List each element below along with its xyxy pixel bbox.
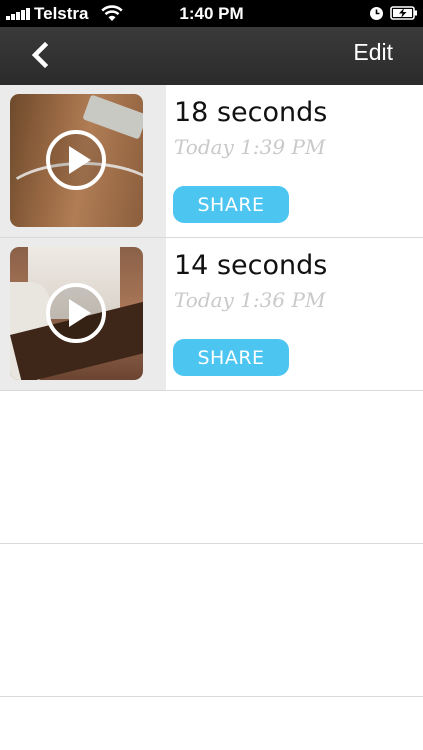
back-button[interactable] xyxy=(24,39,58,73)
empty-list-row xyxy=(0,544,423,697)
video-date: Today 1:36 PM xyxy=(174,288,326,312)
video-duration: 18 seconds xyxy=(174,97,328,128)
status-bar: Telstra 1:40 PM xyxy=(0,0,423,27)
nav-bar: Edit xyxy=(0,27,423,85)
edit-button[interactable]: Edit xyxy=(353,39,393,66)
list-item[interactable]: 14 seconds Today 1:36 PM SHARE xyxy=(0,238,423,391)
video-duration: 14 seconds xyxy=(174,250,328,281)
empty-list-row xyxy=(0,391,423,544)
share-button[interactable]: SHARE xyxy=(173,186,289,223)
row-pointer xyxy=(148,85,166,237)
play-icon[interactable] xyxy=(45,129,107,191)
list-item[interactable]: 18 seconds Today 1:39 PM SHARE xyxy=(0,85,423,238)
row-pointer xyxy=(148,238,166,390)
video-thumbnail[interactable] xyxy=(10,94,143,227)
play-icon[interactable] xyxy=(45,282,107,344)
chevron-left-icon xyxy=(31,41,49,69)
video-date: Today 1:39 PM xyxy=(174,135,326,159)
video-thumbnail[interactable] xyxy=(10,247,143,380)
share-button[interactable]: SHARE xyxy=(173,339,289,376)
status-time: 1:40 PM xyxy=(179,4,244,23)
alarm-icon xyxy=(370,7,383,20)
battery-charging-icon xyxy=(390,6,417,20)
